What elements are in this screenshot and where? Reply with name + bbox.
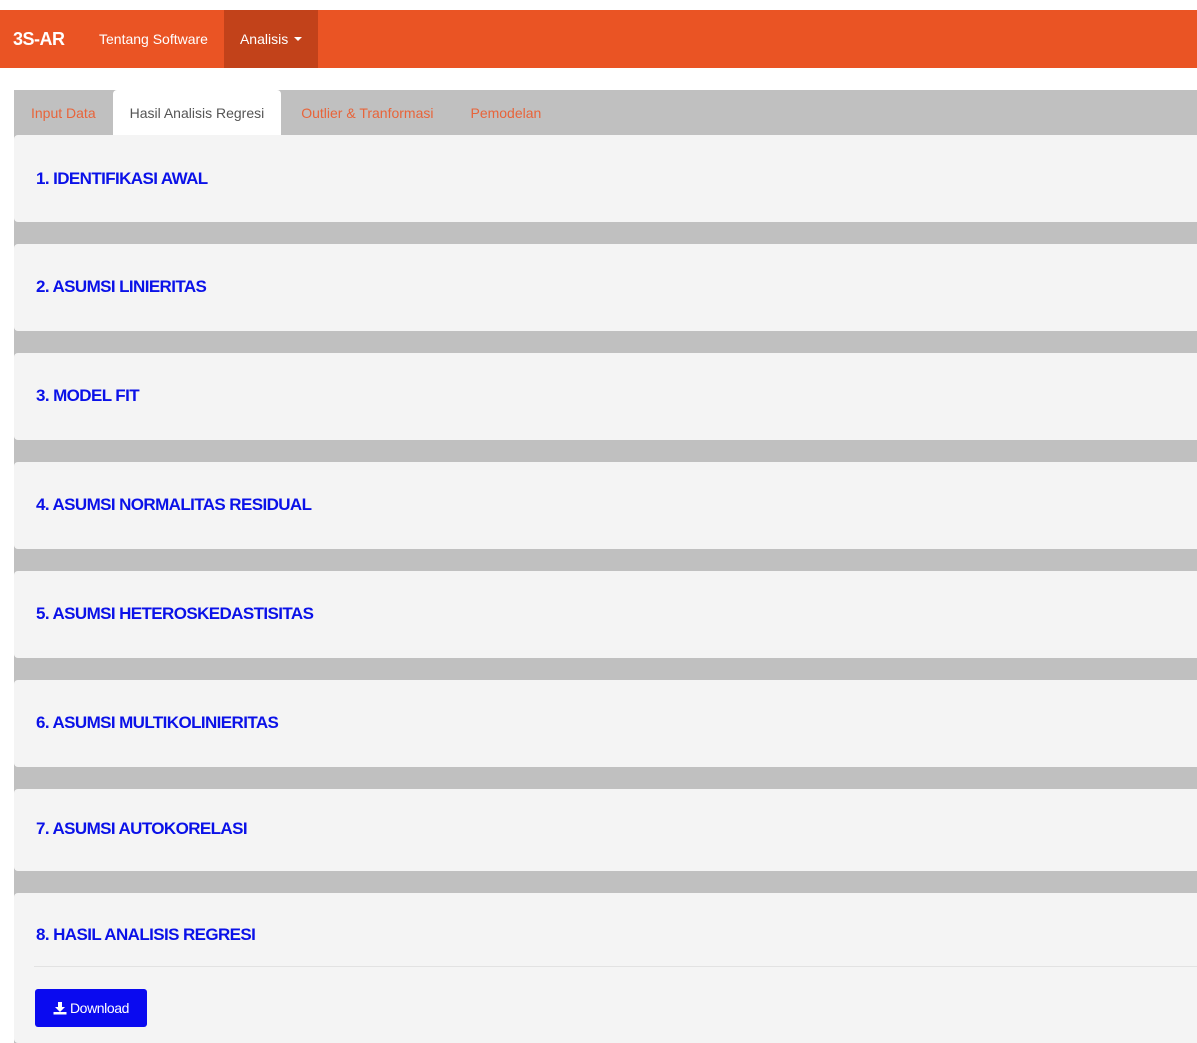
download-button[interactable]: Download: [35, 989, 147, 1027]
section-title[interactable]: 7. ASUMSI AUTOKORELASI: [36, 819, 248, 839]
brand-logo[interactable]: 3S-AR: [13, 29, 99, 50]
download-label: Download: [69, 1000, 130, 1016]
tab-hasil-analisis-regresi[interactable]: Hasil Analisis Regresi: [112, 90, 282, 135]
tab-outlier-transformasi[interactable]: Outlier & Tranformasi: [281, 90, 450, 135]
section-panel-normalitas-residual: 4. ASUMSI NORMALITAS RESIDUAL: [14, 462, 1197, 549]
main-content: Input Data Hasil Analisis Regresi Outlie…: [14, 90, 1197, 1043]
tab-label: Hasil Analisis Regresi: [129, 104, 265, 121]
section-panel-hasil-analisis-regresi: 8. HASIL ANALISIS REGRESI Download: [14, 893, 1197, 1043]
nav-link-label: Tentang Software: [99, 31, 208, 47]
caret-down-icon: [294, 37, 303, 41]
section-panel-identifikasi-awal: 1. IDENTIFIKASI AWAL: [14, 135, 1197, 222]
section-divider: [34, 966, 1197, 967]
section-panel-model-fit: 3. MODEL FIT: [14, 353, 1197, 440]
tab-label: Pemodelan: [470, 104, 542, 121]
section-title[interactable]: 5. ASUMSI HETEROSKEDASTISITAS: [36, 604, 314, 624]
section-panel-autokorelasi: 7. ASUMSI AUTOKORELASI: [14, 789, 1197, 871]
section-title[interactable]: 4. ASUMSI NORMALITAS RESIDUAL: [36, 495, 312, 515]
tab-label: Outlier & Tranformasi: [301, 104, 434, 121]
nav-dropdown-analisis[interactable]: Analisis: [223, 10, 319, 68]
section-title[interactable]: 3. MODEL FIT: [36, 386, 140, 406]
section-title[interactable]: 6. ASUMSI MULTIKOLINIERITAS: [36, 713, 279, 733]
section-title[interactable]: 1. IDENTIFIKASI AWAL: [36, 169, 208, 189]
nav-link-tentang-software[interactable]: Tentang Software: [99, 10, 224, 68]
nav-dropdown-label: Analisis: [239, 31, 289, 47]
download-icon: [53, 1002, 67, 1015]
top-navbar: 3S-AR Tentang Software Analisis: [0, 10, 1197, 68]
tab-bar: Input Data Hasil Analisis Regresi Outlie…: [14, 90, 1197, 135]
section-title[interactable]: 8. HASIL ANALISIS REGRESI: [36, 925, 256, 945]
section-panel-multikolinieritas: 6. ASUMSI MULTIKOLINIERITAS: [14, 680, 1197, 767]
tab-label: Input Data: [31, 104, 96, 121]
section-panel-heteroskedastisitas: 5. ASUMSI HETEROSKEDASTISITAS: [14, 571, 1197, 658]
section-title[interactable]: 2. ASUMSI LINIERITAS: [36, 277, 207, 297]
tab-input-data[interactable]: Input Data: [14, 90, 113, 135]
tab-pemodelan[interactable]: Pemodelan: [450, 90, 558, 135]
section-panel-asumsi-linieritas: 2. ASUMSI LINIERITAS: [14, 244, 1197, 331]
